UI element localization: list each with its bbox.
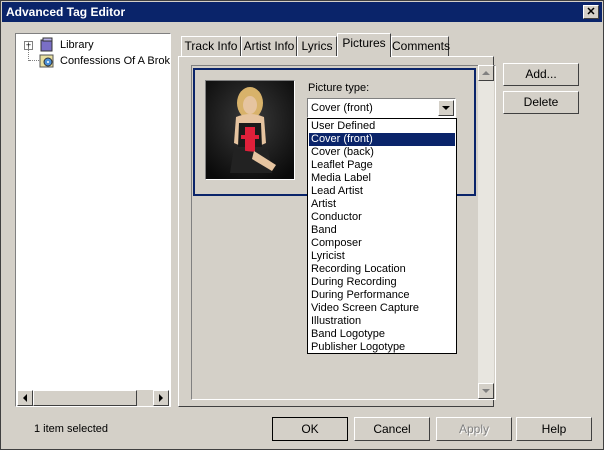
- tab-artist-info[interactable]: Artist Info: [241, 36, 297, 56]
- close-icon: ✕: [586, 6, 596, 18]
- close-button[interactable]: ✕: [583, 5, 599, 19]
- tab-label: Track Info: [184, 39, 238, 53]
- picture-type-value: Cover (front): [311, 102, 373, 114]
- button-label: Help: [541, 422, 567, 436]
- library-icon: [40, 37, 53, 52]
- tab-lyrics[interactable]: Lyrics: [297, 36, 337, 56]
- button-label: Cancel: [373, 422, 411, 436]
- help-button[interactable]: Help: [516, 417, 592, 441]
- arrow-up-icon: [482, 71, 490, 75]
- status-text: 1 item selected: [34, 423, 108, 435]
- option-during-recording[interactable]: During Recording: [309, 276, 455, 289]
- option-lead-artist[interactable]: Lead Artist: [309, 185, 455, 198]
- option-composer[interactable]: Composer: [309, 237, 455, 250]
- advanced-tag-editor-window: Advanced Tag Editor ✕ + Library Confessi…: [0, 0, 604, 450]
- tab-label: Comments: [392, 39, 451, 53]
- arrow-left-icon: [23, 394, 27, 402]
- scroll-thumb[interactable]: [33, 390, 137, 406]
- tree-horizontal-scrollbar[interactable]: [17, 390, 169, 406]
- tab-label: Lyrics: [301, 39, 333, 53]
- option-conductor[interactable]: Conductor: [309, 211, 455, 224]
- picture-type-label: Picture type:: [308, 82, 370, 94]
- tree-item-album[interactable]: Confessions Of A Broke: [16, 53, 170, 69]
- option-publisher-logotype[interactable]: Publisher Logotype: [309, 341, 455, 354]
- dropdown-button[interactable]: [438, 100, 454, 116]
- tab-label: Artist Info: [243, 39, 295, 53]
- button-label: Add...: [525, 67, 557, 81]
- tree-item-library[interactable]: + Library: [16, 37, 170, 53]
- title-bar[interactable]: Advanced Tag Editor ✕: [2, 2, 602, 22]
- add-picture-button[interactable]: Add...: [503, 63, 579, 86]
- option-video-screen-capture[interactable]: Video Screen Capture: [309, 302, 455, 315]
- option-leaflet-page[interactable]: Leaflet Page: [309, 159, 455, 172]
- option-band[interactable]: Band: [309, 224, 455, 237]
- button-label: OK: [301, 422, 319, 436]
- option-media-label[interactable]: Media Label: [309, 172, 455, 185]
- ok-button[interactable]: OK: [272, 417, 348, 441]
- option-band-logotype[interactable]: Band Logotype: [309, 328, 455, 341]
- scroll-down-button[interactable]: [478, 383, 494, 399]
- scroll-right-button[interactable]: [153, 390, 169, 406]
- chevron-down-icon: [442, 106, 450, 110]
- delete-picture-button[interactable]: Delete: [503, 91, 579, 114]
- library-tree[interactable]: + Library Confessions Of A Broke: [15, 33, 171, 407]
- option-cover-front[interactable]: Cover (front): [309, 133, 455, 146]
- picture-type-select[interactable]: Cover (front): [307, 98, 456, 118]
- button-label: Apply: [458, 422, 490, 436]
- apply-button[interactable]: Apply: [436, 417, 512, 441]
- album-icon: [39, 54, 54, 68]
- pictures-vertical-scrollbar[interactable]: [478, 65, 494, 399]
- window-title: Advanced Tag Editor: [6, 5, 126, 19]
- cancel-button[interactable]: Cancel: [354, 417, 430, 441]
- option-cover-back[interactable]: Cover (back): [309, 146, 455, 159]
- scroll-left-button[interactable]: [17, 390, 33, 406]
- tab-comments[interactable]: Comments: [391, 36, 451, 56]
- button-label: Delete: [523, 95, 559, 109]
- picture-type-dropdown-list[interactable]: User Defined Cover (front) Cover (back) …: [307, 118, 457, 354]
- option-during-performance[interactable]: During Performance: [309, 289, 455, 302]
- album-cover-image: [205, 80, 295, 180]
- option-recording-location[interactable]: Recording Location: [309, 263, 455, 276]
- tab-label: Pictures: [342, 36, 386, 50]
- tree-item-label: Confessions Of A Broke: [60, 55, 170, 67]
- cover-art: [206, 81, 294, 179]
- option-lyricist[interactable]: Lyricist: [309, 250, 455, 263]
- option-artist[interactable]: Artist: [309, 198, 455, 211]
- tab-pictures[interactable]: Pictures: [337, 33, 391, 57]
- tree-item-label: Library: [60, 39, 94, 51]
- arrow-down-icon: [482, 389, 490, 393]
- arrow-right-icon: [159, 394, 163, 402]
- scroll-up-button[interactable]: [478, 65, 494, 81]
- option-user-defined[interactable]: User Defined: [309, 120, 455, 133]
- option-illustration[interactable]: Illustration: [309, 315, 455, 328]
- tab-track-info[interactable]: Track Info: [181, 36, 241, 56]
